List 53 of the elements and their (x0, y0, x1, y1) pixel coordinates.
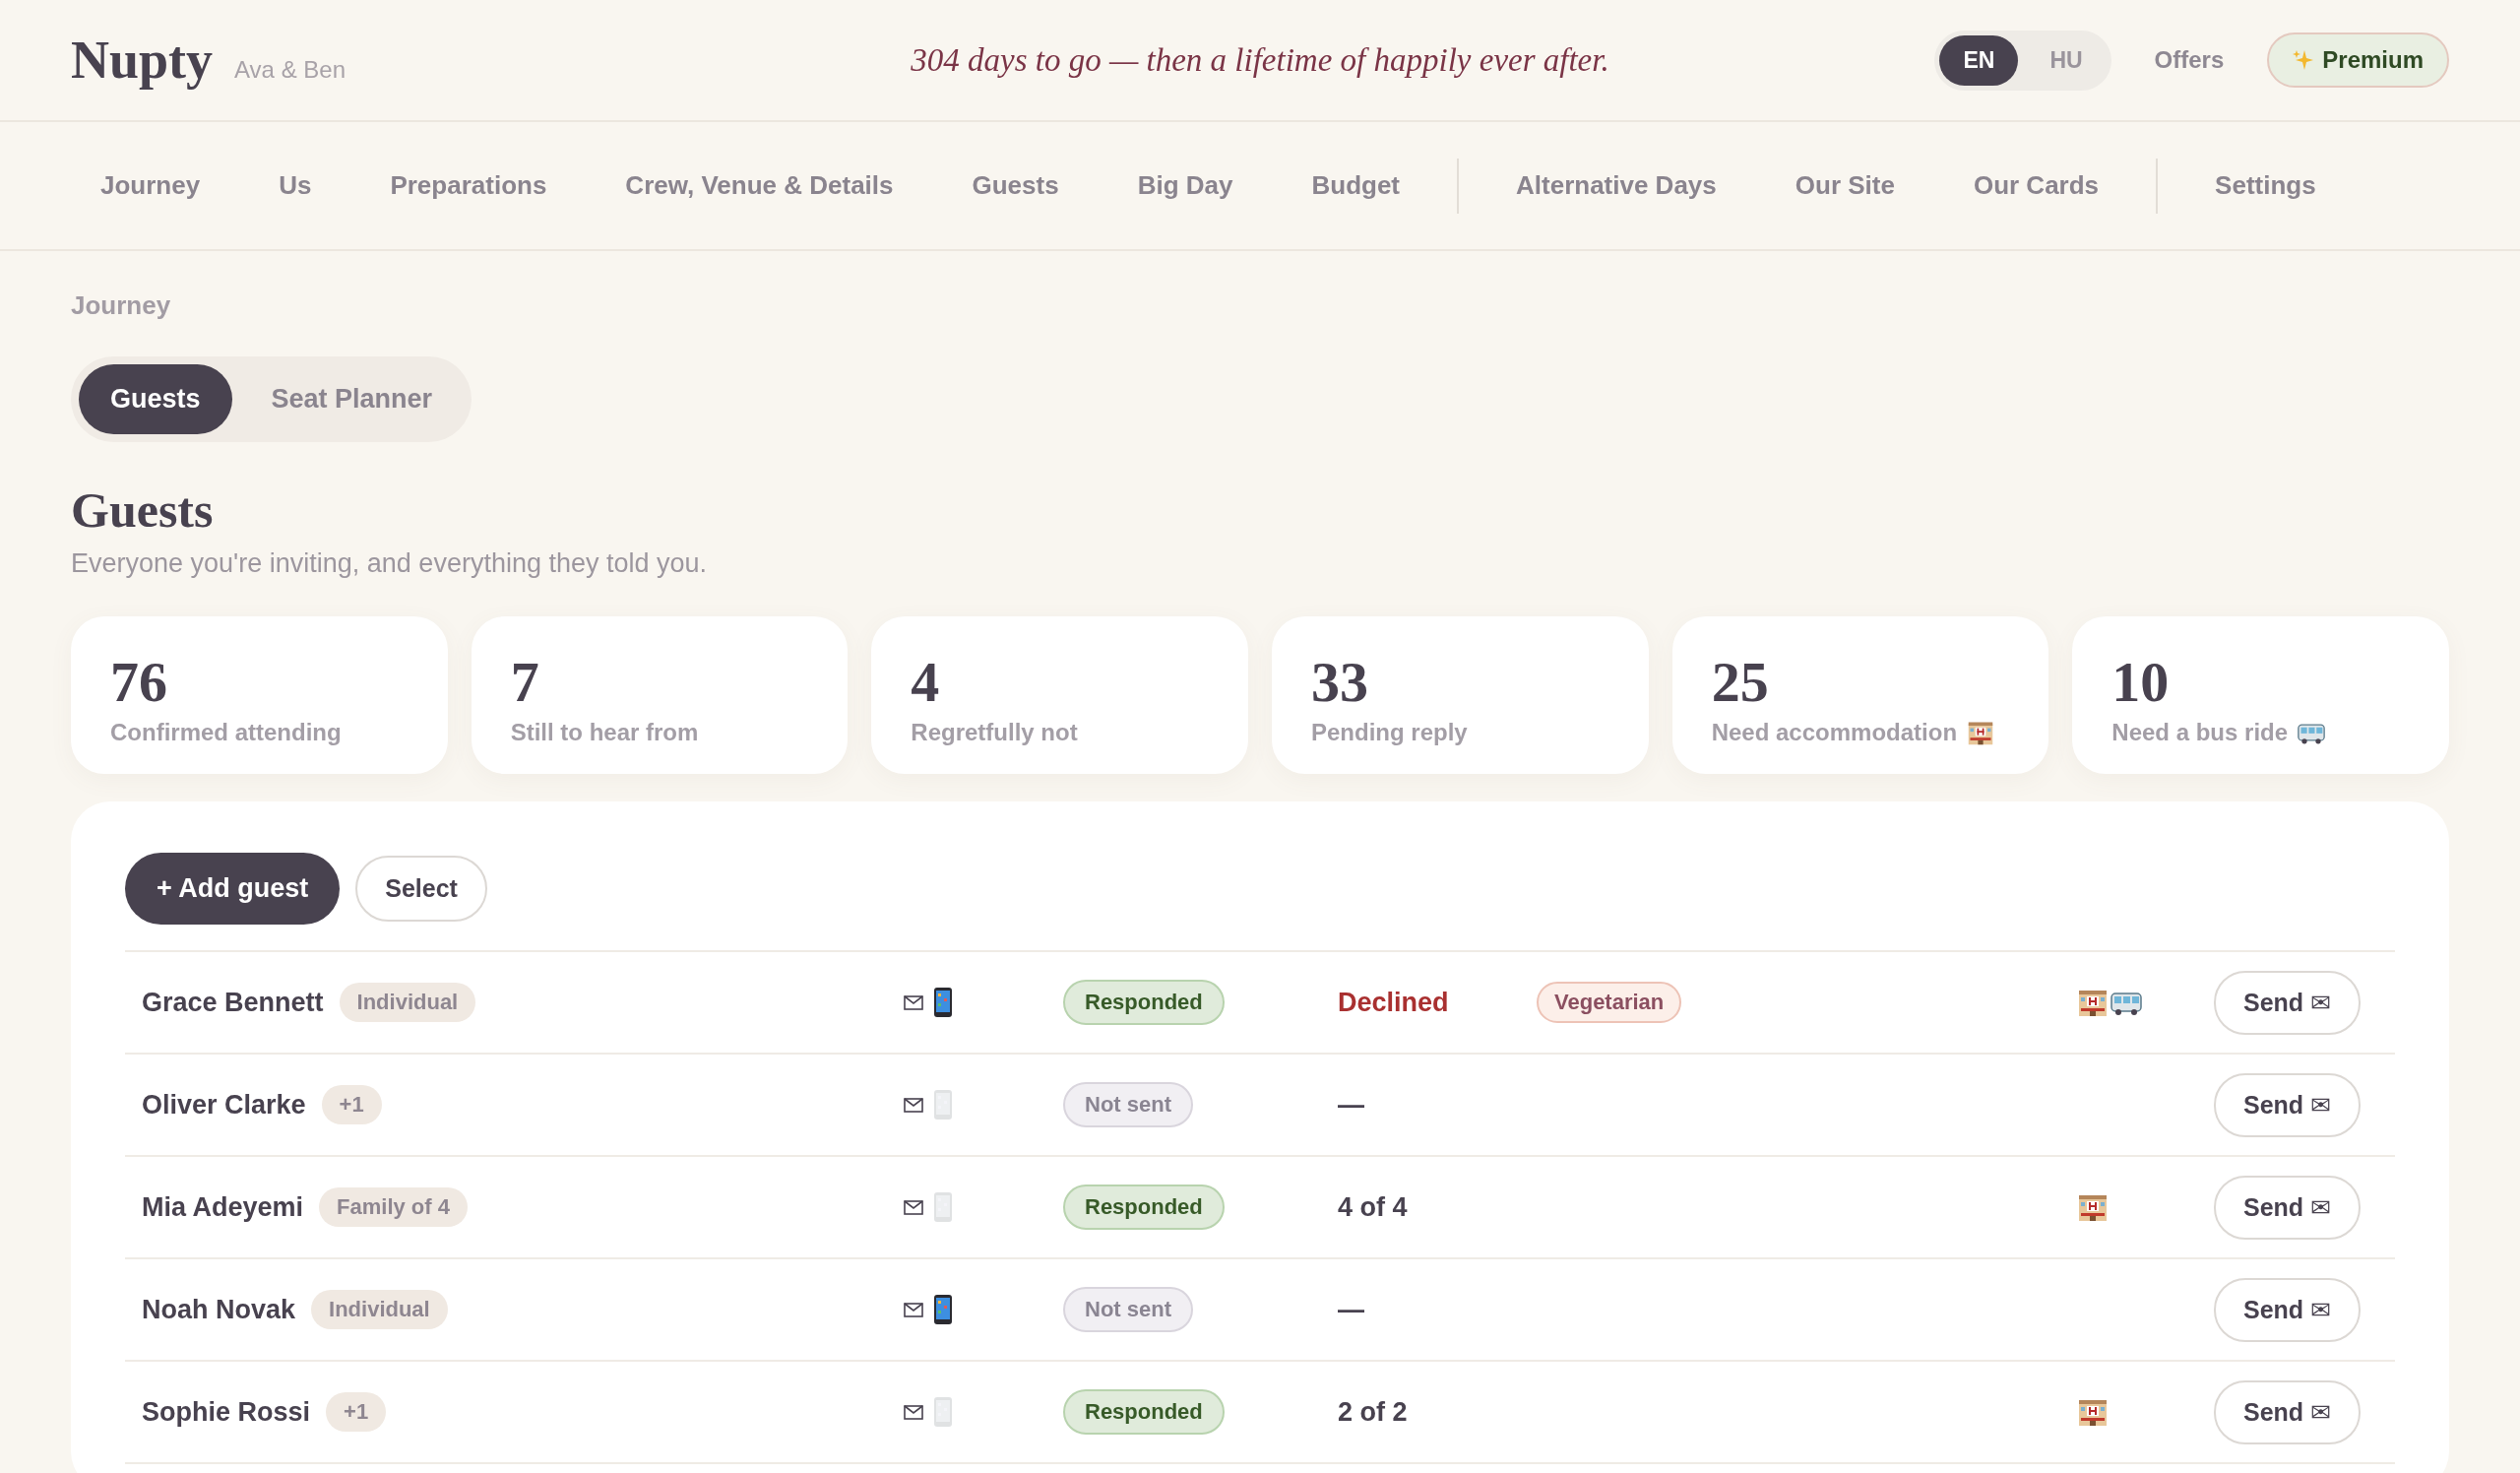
invite-status: Responded (1063, 1389, 1225, 1435)
stat-value: 4 (911, 654, 941, 711)
guest-name[interactable]: Oliver Clarke (142, 1089, 306, 1121)
stat-label: Need a bus ride (2111, 719, 2289, 746)
language-option[interactable]: EN (1939, 34, 2019, 86)
send-button[interactable]: Send ✉ (2214, 1379, 2361, 1444)
envelope-icon (904, 1302, 923, 1317)
envelope-icon (904, 1097, 923, 1113)
select-button[interactable]: Select (355, 856, 487, 922)
page-subtitle: Everyone you're inviting, and everything they told you. (71, 548, 709, 579)
group-tag: Family of 4 (319, 1187, 468, 1227)
stat-label: Still to hear from (510, 719, 699, 746)
diet-tag: Vegetarian (1537, 982, 1682, 1023)
invite-status: Not sent (1063, 1287, 1193, 1332)
guest-name[interactable]: Grace Bennett (142, 987, 324, 1018)
stat-value: 25 (1711, 654, 1770, 711)
rsvp-status: 2 of 2 (1338, 1396, 1409, 1428)
logo[interactable]: Nupty (71, 30, 214, 91)
invite-status: Responded (1063, 1185, 1225, 1230)
group-tag: +1 (326, 1392, 387, 1432)
group-tag: +1 (321, 1085, 382, 1124)
stat-label: Confirmed attending (110, 719, 342, 746)
rsvp-status: — (1338, 1294, 1365, 1325)
invite-status: Not sent (1063, 1082, 1193, 1127)
stat-value: 33 (1311, 654, 1369, 711)
send-button[interactable]: Send ✉ (2214, 1277, 2361, 1342)
view-tab[interactable]: Guests (79, 364, 232, 434)
group-tag: Individual (339, 983, 476, 1022)
send-button[interactable]: Send ✉ (2214, 1072, 2361, 1137)
stat-label: Pending reply (1311, 719, 1468, 746)
send-button[interactable]: Send ✉ (2214, 1175, 2361, 1240)
guest-name[interactable]: Mia Adeyemi (142, 1191, 304, 1223)
stat-value: 10 (2111, 654, 2171, 711)
rsvp-status: 4 of 4 (1338, 1191, 1409, 1223)
guest-name[interactable]: Sophie Rossi (142, 1396, 311, 1428)
rsvp-status: Declined (1338, 987, 1450, 1018)
stat-value: 7 (510, 654, 540, 711)
stat-value: 76 (110, 654, 168, 711)
envelope-icon (904, 1404, 923, 1420)
page-title: Guests (71, 481, 215, 539)
send-button[interactable]: Send ✉ (2214, 970, 2361, 1035)
guest-name[interactable]: Noah Novak (142, 1294, 296, 1325)
premium-button[interactable]: Premium (2267, 32, 2449, 88)
couple-names: Ava & Ben (234, 56, 346, 84)
envelope-icon (904, 994, 923, 1010)
add-guest-button[interactable]: + Add guest (125, 853, 341, 925)
rsvp-status: — (1338, 1089, 1365, 1121)
stat-label: Regretfully not (911, 719, 1078, 746)
envelope-icon (904, 1199, 923, 1215)
group-tag: Individual (311, 1290, 448, 1329)
invite-status: Responded (1063, 980, 1225, 1025)
stat-label: Need accommodation (1711, 719, 1958, 746)
tagline: 304 days to go — then a lifetime of happily ever after. (911, 41, 1609, 79)
